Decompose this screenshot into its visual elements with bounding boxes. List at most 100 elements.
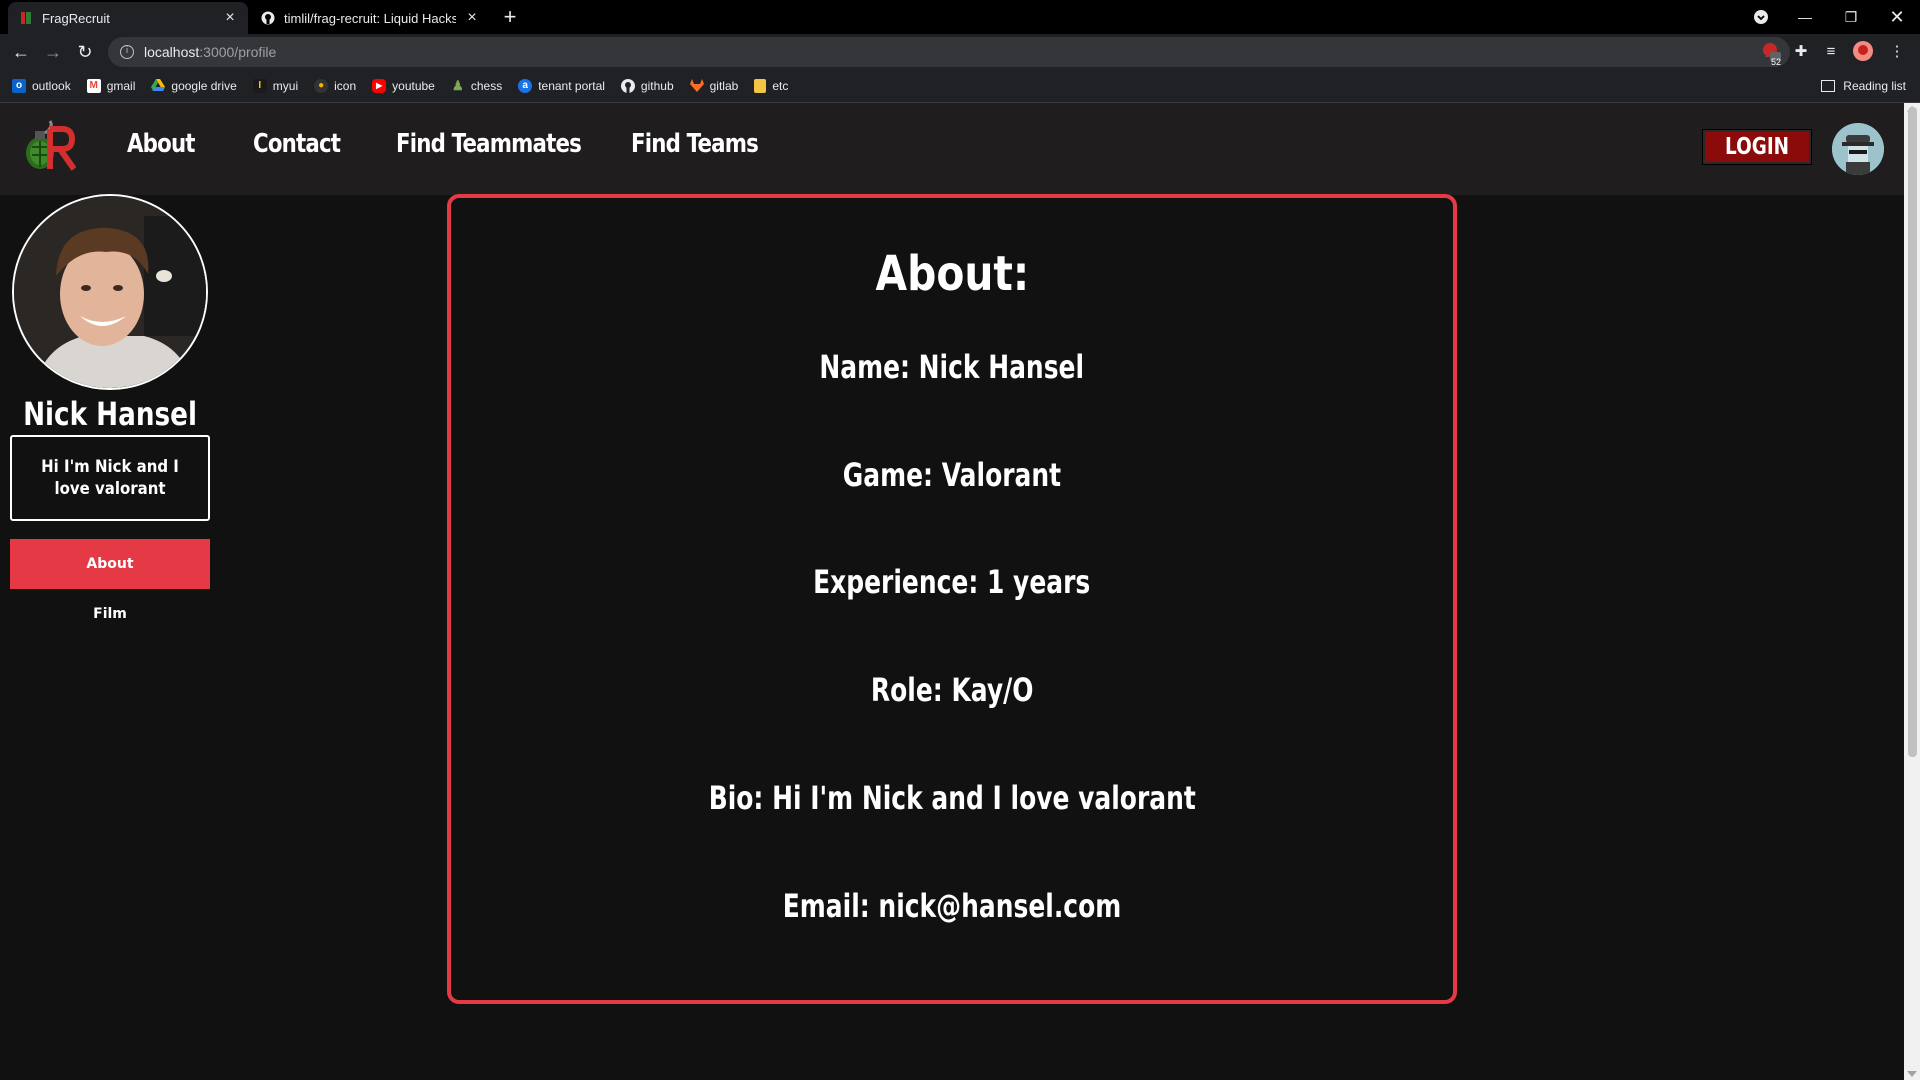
folder-icon bbox=[754, 79, 767, 93]
about-title-text: About: bbox=[875, 246, 1029, 302]
bookmark-label: myui bbox=[272, 79, 299, 93]
bookmark-label: tenant portal bbox=[538, 79, 605, 93]
gitlab-icon bbox=[689, 79, 704, 93]
bookmark-label: google drive bbox=[171, 79, 237, 93]
about-row-text: Name: Nick Hansel bbox=[819, 348, 1085, 386]
profile-name: Nick Hansel bbox=[0, 395, 220, 433]
reading-list-icon bbox=[1821, 80, 1836, 92]
about-card: About: Name: Nick Hansel Game: Valorant … bbox=[447, 194, 1457, 1004]
address-bar[interactable]: i localhost:3000/profile ☆ bbox=[108, 37, 1790, 67]
site-info-icon[interactable]: i bbox=[120, 45, 134, 59]
icon-icon: ● bbox=[314, 79, 329, 93]
url-text: localhost:3000/profile bbox=[144, 44, 276, 60]
minimize-icon[interactable]: — bbox=[1782, 4, 1828, 30]
about-email-row: Email: nick@hansel.com bbox=[451, 887, 1453, 925]
sidebar-item-about[interactable]: About bbox=[10, 539, 210, 589]
adblock-extension-icon[interactable]: 52 bbox=[1760, 41, 1782, 67]
new-tab-icon[interactable]: + bbox=[498, 6, 522, 30]
fragrecruit-favicon-icon bbox=[18, 10, 34, 26]
bookmark-label: outlook bbox=[32, 79, 71, 93]
about-name-row: Name: Nick Hansel bbox=[451, 348, 1453, 386]
youtube-icon: ▶ bbox=[372, 79, 387, 93]
extensions-puzzle-icon[interactable]: ✚ bbox=[1790, 41, 1812, 63]
reading-list-button[interactable]: Reading list bbox=[1821, 79, 1906, 93]
sidebar-item-film[interactable]: Film bbox=[10, 589, 210, 639]
scroll-down-icon[interactable] bbox=[1907, 1071, 1917, 1077]
site-navbar: About Contact Find Teammates Find Teams … bbox=[0, 103, 1904, 195]
tab-title: FragRecruit bbox=[42, 10, 110, 26]
page-scrollbar[interactable] bbox=[1904, 103, 1920, 1080]
tab-fragrecruit[interactable]: FragRecruit × bbox=[8, 2, 248, 34]
bookmark-tenant-portal[interactable]: a tenant portal bbox=[518, 79, 605, 93]
bookmark-gmail[interactable]: Mgmail bbox=[86, 79, 136, 93]
back-icon[interactable]: ← bbox=[8, 39, 34, 65]
bookmark-label: youtube bbox=[392, 79, 435, 93]
reading-list-label: Reading list bbox=[1843, 79, 1906, 93]
nav-about-link[interactable]: About bbox=[127, 129, 196, 159]
more-menu-icon[interactable]: ⋮ bbox=[1886, 41, 1908, 63]
bookmark-label: gmail bbox=[106, 79, 136, 93]
about-row-text: Game: Valorant bbox=[842, 456, 1062, 494]
bookmark-outlook[interactable]: o outlook bbox=[12, 79, 71, 93]
close-tab-icon[interactable]: × bbox=[464, 10, 480, 26]
user-avatar[interactable] bbox=[1832, 123, 1884, 175]
forward-icon[interactable]: → bbox=[40, 39, 66, 65]
bookmarks-bar: o outlook Mgmail google drive Imyui ● icon… bbox=[0, 70, 1920, 103]
github-favicon-icon bbox=[260, 10, 276, 26]
url-host: localhost bbox=[144, 44, 200, 60]
bookmark-github[interactable]: github bbox=[620, 79, 674, 93]
about-row-text: Role: Kay/O bbox=[870, 671, 1034, 709]
bookmark-etc[interactable]: etc bbox=[754, 79, 788, 93]
login-button[interactable]: LOGIN bbox=[1703, 130, 1811, 164]
bookmark-icon[interactable]: ● icon bbox=[314, 79, 356, 93]
restore-icon[interactable]: ❐ bbox=[1828, 4, 1874, 30]
close-window-icon[interactable]: ✕ bbox=[1874, 4, 1920, 30]
about-role-row: Role: Kay/O bbox=[451, 671, 1453, 709]
tab-search-icon[interactable] bbox=[1738, 4, 1784, 30]
reload-icon[interactable]: ↻ bbox=[72, 39, 98, 65]
bookmark-myui[interactable]: Imyui bbox=[252, 79, 299, 93]
outlook-icon: o bbox=[12, 79, 26, 93]
bookmark-chess[interactable]: ♟ chess bbox=[451, 78, 503, 94]
tab-title: timlil/frag-recruit: Liquid Hacks 2 bbox=[284, 10, 456, 26]
about-row-text: Email: nick@hansel.com bbox=[782, 887, 1122, 925]
about-row-text: Experience: 1 years bbox=[813, 563, 1091, 601]
gmail-icon: M bbox=[86, 79, 101, 93]
media-control-icon[interactable]: ≡ bbox=[1820, 41, 1842, 63]
profile-bio-box: Hi I'm Nick and I love valorant bbox=[10, 435, 210, 521]
profile-name-text: Nick Hansel bbox=[23, 395, 197, 433]
about-row-text: Bio: Hi I'm Nick and I love valorant bbox=[708, 779, 1196, 817]
bookmark-gitlab[interactable]: gitlab bbox=[689, 79, 739, 93]
bookmark-label: chess bbox=[470, 79, 503, 93]
about-bio-row: Bio: Hi I'm Nick and I love valorant bbox=[451, 779, 1453, 817]
nav-contact-link[interactable]: Contact bbox=[253, 129, 341, 159]
fragrecruit-logo[interactable] bbox=[20, 117, 77, 173]
browser-toolbar: ← → ↻ i localhost:3000/profile ☆ 52 ✚ ≡ … bbox=[0, 34, 1920, 70]
url-path: :3000/profile bbox=[199, 44, 277, 60]
about-experience-row: Experience: 1 years bbox=[451, 563, 1453, 601]
nav-find-teammates-link[interactable]: Find Teammates bbox=[396, 129, 582, 159]
about-game-row: Game: Valorant bbox=[451, 456, 1453, 494]
tab-github[interactable]: timlil/frag-recruit: Liquid Hacks 2 × bbox=[250, 2, 490, 34]
close-tab-icon[interactable]: × bbox=[222, 10, 238, 26]
google-drive-icon bbox=[151, 79, 166, 93]
browser-chrome: FragRecruit × timlil/frag-recruit: Liqui… bbox=[0, 0, 1920, 103]
bookmark-google-drive[interactable]: google drive bbox=[151, 79, 237, 93]
bookmark-label: icon bbox=[334, 79, 357, 93]
page: About Contact Find Teammates Find Teams … bbox=[0, 103, 1904, 1080]
nav-find-teams-link[interactable]: Find Teams bbox=[631, 129, 759, 159]
scrollbar-thumb[interactable] bbox=[1908, 107, 1917, 757]
login-label: LOGIN bbox=[1724, 134, 1790, 160]
profile-bio-text: Hi I'm Nick and I love valorant bbox=[41, 457, 179, 499]
myui-icon: I bbox=[252, 79, 267, 93]
profile-photo bbox=[12, 194, 208, 390]
chess-icon: ♟ bbox=[452, 78, 464, 93]
bookmark-label: gitlab bbox=[709, 79, 739, 93]
profile-avatar-icon[interactable] bbox=[1852, 41, 1874, 63]
tab-strip: FragRecruit × timlil/frag-recruit: Liqui… bbox=[0, 0, 1920, 34]
bookmark-youtube[interactable]: ▶ youtube bbox=[372, 79, 435, 93]
bookmark-label: etc bbox=[772, 79, 789, 93]
bookmark-label: github bbox=[640, 79, 674, 93]
about-title: About: bbox=[451, 246, 1453, 302]
tenant-portal-icon: a bbox=[518, 79, 533, 93]
